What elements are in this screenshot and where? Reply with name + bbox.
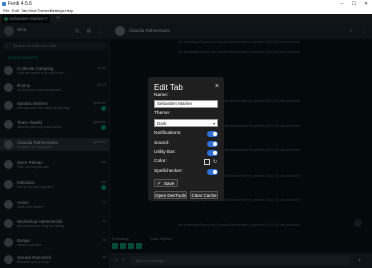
sound-toggle[interactable] [207,141,218,147]
maximize-button[interactable]: ☐ [348,0,360,8]
refresh-icon[interactable]: ↻ [212,159,218,165]
toggle-knob [213,151,217,155]
theme-select[interactable]: Dark ▾ [154,119,218,127]
notifications-toggle[interactable] [207,131,218,137]
spellchecker-label: Spellchecker: [154,169,183,174]
utility-bar-label: Utility Bar: [154,150,176,155]
edit-tab-dialog: Edit Tab × Name: Theme: Dark ▾ Notificat… [148,77,224,201]
close-window-button[interactable]: ✕ [360,0,372,8]
theme-label: Theme: [154,111,171,116]
color-label: Color: [154,159,167,164]
save-label: Save [164,181,175,186]
name-label: Name: [154,93,169,98]
chevron-down-icon: ▾ [212,121,215,126]
window-titlebar: Ferdi 4.5.6 – ☐ ✕ [0,0,372,8]
open-devtools-button[interactable]: Open DevTools [154,191,187,199]
theme-value: Dark [157,121,167,126]
minimize-button[interactable]: – [336,0,348,8]
utility-bar-toggle[interactable] [207,150,218,156]
toggle-knob [213,142,217,146]
close-icon[interactable]: × [215,83,219,91]
window-title: Ferdi 4.5.6 [8,1,32,7]
toggle-knob [213,170,217,174]
app-icon [2,2,6,6]
spellchecker-toggle[interactable] [207,169,218,175]
name-field[interactable] [154,100,218,108]
app-window: Ferdi 4.5.6 – ☐ ✕ File Edit Tab View The… [0,0,372,268]
toggle-knob [213,132,217,136]
notifications-label: Notifications: [154,131,182,136]
clear-cache-button[interactable]: Clear Cache [190,191,218,199]
save-button[interactable]: ✓ Save [154,179,178,187]
sound-label: Sound: [154,141,170,146]
check-icon: ✓ [157,181,162,187]
dialog-title: Edit Tab [154,83,183,92]
color-swatch[interactable] [204,159,210,165]
